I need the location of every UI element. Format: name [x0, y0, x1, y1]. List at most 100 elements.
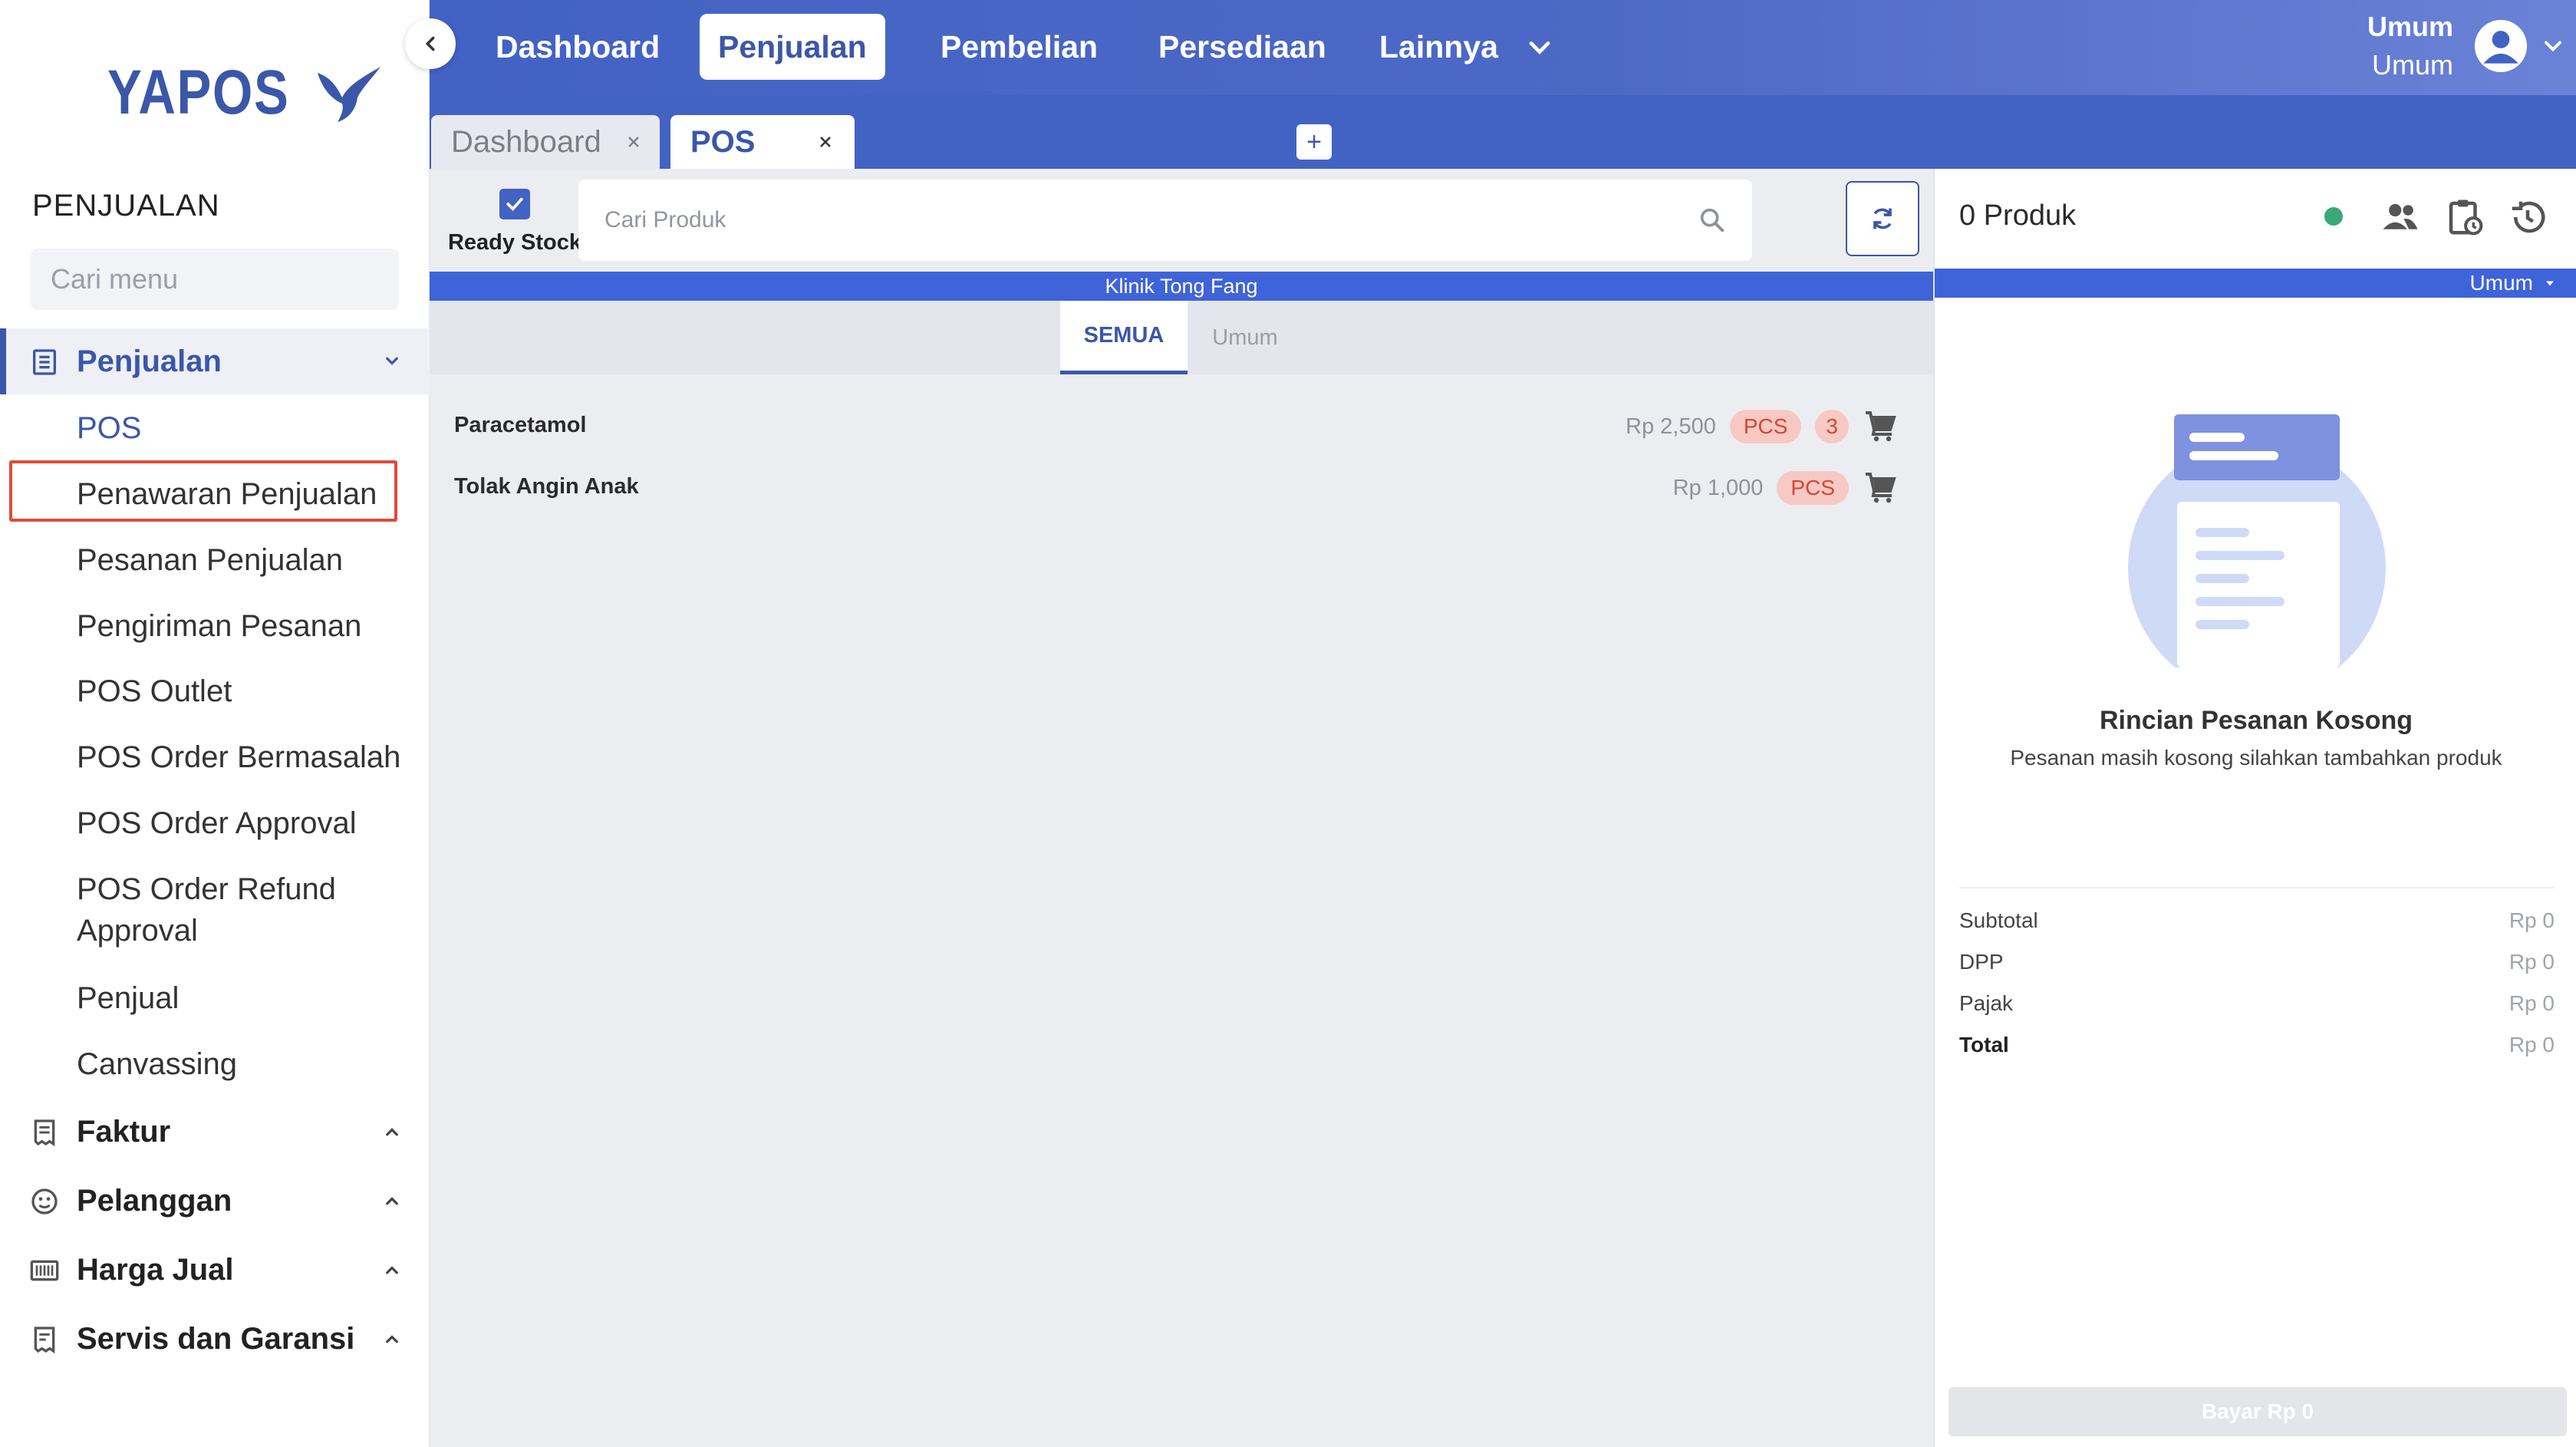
- sidebar-group-servis-garansi[interactable]: Servis dan Garansi: [0, 1306, 430, 1372]
- sidebar-item-label: POS Order Refund: [77, 872, 336, 906]
- category-tab-semua[interactable]: SEMUA: [1060, 301, 1188, 374]
- sidebar-group-pelanggan[interactable]: Pelanggan: [0, 1168, 430, 1234]
- user-name: Umum: [2367, 11, 2453, 42]
- caret-down-icon: [2546, 281, 2554, 286]
- cart-icon[interactable]: [1863, 470, 1899, 506]
- top-navigation: Dashboard Penjualan Pembelian Persediaan…: [430, 0, 2576, 95]
- product-price: Rp 2,500: [1626, 414, 1716, 439]
- order-summary: Subtotal Rp 0 DPP Rp 0 Pajak Rp 0 Total …: [1959, 887, 2555, 1065]
- product-search[interactable]: [578, 180, 1752, 261]
- category-tabs: SEMUA Umum: [430, 301, 1933, 374]
- active-indicator: [0, 328, 6, 394]
- add-tab-button[interactable]: +: [1296, 124, 1332, 160]
- sidebar-item-pesanan-penjualan[interactable]: Pesanan Penjualan: [77, 539, 343, 581]
- tab-pos[interactable]: POS: [670, 115, 855, 169]
- outlet-name-bar: Klinik Tong Fang: [430, 272, 1933, 301]
- price-group-bar: Umum: [1935, 269, 2576, 298]
- clipboard-clock-icon[interactable]: [2444, 196, 2485, 238]
- chevron-down-icon[interactable]: [1523, 31, 1556, 64]
- sidebar-group-label: Pelanggan: [77, 1183, 232, 1218]
- empty-order-subtitle: Pesanan masih kosong silahkan tambahkan …: [2010, 746, 2502, 770]
- order-header: 0 Produk: [1935, 169, 2576, 269]
- menu-search[interactable]: [31, 249, 409, 310]
- refresh-button[interactable]: [1846, 181, 1919, 256]
- refresh-icon: [1873, 208, 1892, 229]
- sidebar-collapse-button[interactable]: [405, 18, 456, 69]
- chevron-down-icon[interactable]: [2539, 32, 2567, 60]
- product-count: 0 Produk: [1959, 199, 2077, 232]
- empty-order-illustration: [2126, 414, 2387, 675]
- summary-value: Rp 0: [2508, 950, 2555, 974]
- logo-text: YAPOS: [107, 58, 290, 127]
- nav-penjualan[interactable]: Penjualan: [700, 14, 885, 80]
- chevron-up-icon: [386, 1128, 398, 1136]
- summary-row-pajak: Pajak Rp 0: [1959, 982, 2555, 1023]
- chevron-down-icon: [386, 357, 398, 365]
- ready-stock-filter[interactable]: Ready Stock: [442, 189, 588, 255]
- customers-icon[interactable]: [2380, 196, 2421, 238]
- tab-label: POS: [690, 124, 756, 159]
- summary-value: Rp 0: [2508, 991, 2555, 1015]
- summary-label: Pajak: [1959, 991, 2014, 1015]
- summary-row-dpp: DPP Rp 0: [1959, 941, 2555, 982]
- summary-label: Total: [1959, 1033, 2009, 1056]
- receipt-icon: [34, 1119, 55, 1147]
- avatar[interactable]: [2475, 20, 2527, 72]
- search-icon[interactable]: [1697, 205, 1728, 236]
- menu-search-input[interactable]: [49, 262, 409, 296]
- close-icon[interactable]: [816, 133, 835, 151]
- product-toolbar: Ready Stock: [430, 169, 1933, 272]
- summary-value: Rp 0: [2508, 1033, 2555, 1056]
- sidebar-item-pos-order-refund-approval[interactable]: POS Order Refund Approval: [77, 869, 336, 951]
- category-tab-umum[interactable]: Umum: [1188, 301, 1303, 374]
- product-search-input[interactable]: [603, 206, 1697, 234]
- tab-label: Dashboard: [451, 124, 601, 159]
- unit-badge: PCS: [1777, 471, 1849, 505]
- nav-persediaan[interactable]: Persediaan: [1140, 14, 1345, 80]
- product-row[interactable]: Tolak Angin Anak Rp 1,000 PCS: [430, 463, 1933, 517]
- summary-row-total: Total Rp 0: [1959, 1023, 2555, 1065]
- chevron-up-icon: [386, 1266, 398, 1274]
- tab-dashboard[interactable]: Dashboard: [431, 115, 660, 169]
- sidebar-item-pos[interactable]: POS: [77, 407, 141, 449]
- product-name: Paracetamol: [454, 413, 587, 437]
- history-icon[interactable]: [2507, 196, 2548, 238]
- plus-icon: +: [1306, 127, 1322, 157]
- close-icon[interactable]: [624, 133, 643, 151]
- sidebar-item-pos-order-approval[interactable]: POS Order Approval: [77, 803, 357, 844]
- tab-bar: Dashboard POS +: [430, 95, 2576, 169]
- online-status-indicator: [2324, 207, 2343, 226]
- sidebar-group-label: Penjualan: [77, 344, 222, 378]
- sidebar-item-pos-outlet[interactable]: POS Outlet: [77, 671, 232, 712]
- sidebar-item-penjual[interactable]: Penjual: [77, 977, 179, 1019]
- sidebar-group-penjualan[interactable]: Penjualan: [0, 328, 430, 394]
- user-info[interactable]: Umum Umum: [2367, 8, 2453, 84]
- sidebar-item-penawaran-penjualan[interactable]: Penawaran Penjualan: [77, 473, 377, 515]
- sidebar-group-harga-jual[interactable]: Harga Jual: [0, 1237, 430, 1303]
- product-area: Ready Stock Klinik Tong Fang SEMUA Umum …: [430, 169, 1933, 1447]
- check-icon: [506, 197, 523, 211]
- sidebar-item-pos-order-bermasalah[interactable]: POS Order Bermasalah: [77, 737, 400, 778]
- bird-logo-icon: [317, 67, 380, 122]
- nav-lainnya[interactable]: Lainnya: [1361, 14, 1517, 80]
- price-group-select[interactable]: Umum: [2470, 269, 2558, 298]
- quantity-badge: 3: [1815, 410, 1849, 443]
- app-logo[interactable]: YAPOS: [107, 58, 384, 127]
- nav-pembelian[interactable]: Pembelian: [922, 14, 1116, 80]
- sidebar: YAPOS PENJUALAN Penjualan POS Penawaran …: [0, 0, 430, 1447]
- sidebar-item-canvassing[interactable]: Canvassing: [77, 1043, 237, 1085]
- product-row[interactable]: Paracetamol Rp 2,500 PCS 3: [430, 402, 1933, 456]
- user-avatar-icon: [2475, 20, 2527, 72]
- sidebar-group-faktur[interactable]: Faktur: [0, 1099, 430, 1165]
- user-role: Umum: [2372, 49, 2453, 81]
- price-group-value: Umum: [2469, 271, 2533, 295]
- cart-icon[interactable]: [1863, 408, 1899, 445]
- ready-stock-checkbox[interactable]: [499, 189, 530, 219]
- pay-button[interactable]: Bayar Rp 0: [1948, 1387, 2567, 1436]
- nav-dashboard[interactable]: Dashboard: [477, 14, 678, 80]
- sidebar-item-pengiriman-pesanan[interactable]: Pengiriman Pesanan: [77, 605, 361, 647]
- barcode-icon: [30, 1260, 59, 1281]
- summary-value: Rp 0: [2508, 908, 2555, 932]
- chevron-up-icon: [386, 1335, 398, 1343]
- list-document-icon: [33, 349, 56, 375]
